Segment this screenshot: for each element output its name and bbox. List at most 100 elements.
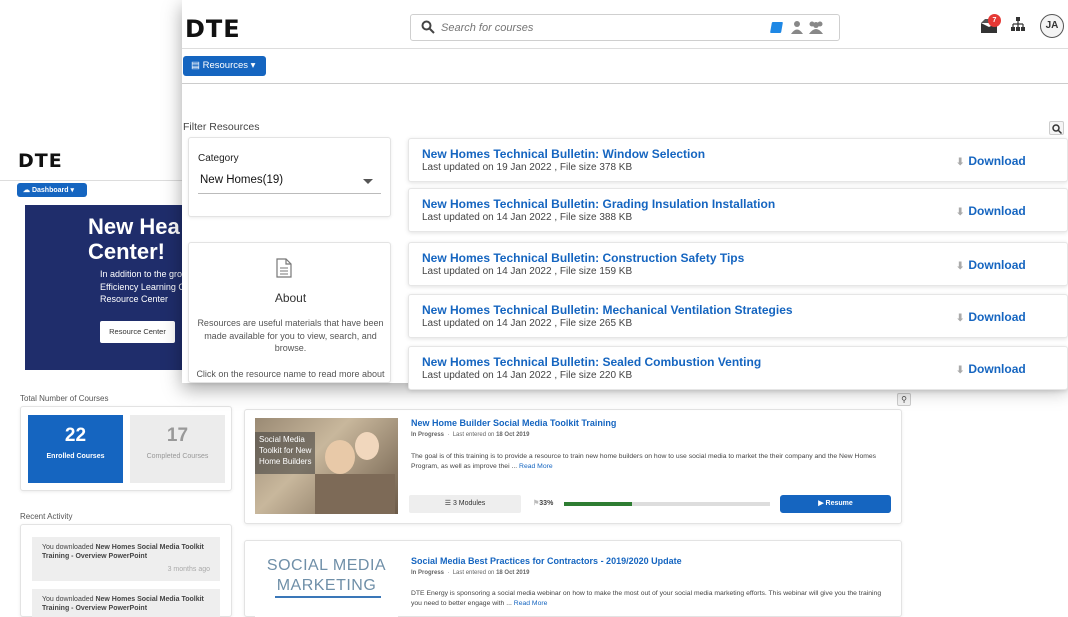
download-label: Download <box>968 310 1026 324</box>
dashboard-button[interactable]: ☁ Dashboard ▾ <box>17 183 87 197</box>
resource-center-button[interactable]: Resource Center <box>100 321 175 343</box>
entered-prefix: Last entered on <box>452 570 497 576</box>
download-label: Download <box>968 154 1026 168</box>
underline-stroke <box>275 596 381 598</box>
resource-title[interactable]: New Homes Technical Bulletin: Window Sel… <box>422 147 705 161</box>
completed-courses-tile[interactable]: 17 Completed Courses <box>130 415 225 483</box>
thumb-text: Social Media <box>259 435 305 444</box>
completed-label: Completed Courses <box>146 453 209 460</box>
search-icon <box>421 20 435 34</box>
recent-activity-heading: Recent Activity <box>20 512 73 521</box>
course-status: In Progress · Last entered on 18 Oct 201… <box>411 432 530 438</box>
about-card: About Resources are useful materials tha… <box>188 242 391 383</box>
resource-meta: Last updated on 19 Jan 2022 , File size … <box>422 162 633 173</box>
description-text: The goal is of this training is to provi… <box>411 453 877 470</box>
child-illustration <box>355 432 379 460</box>
dte-logo: DTE <box>185 15 241 43</box>
resources-button-label: Resources ▾ <box>202 60 256 71</box>
resources-button[interactable]: ▤ Resources ▾ <box>183 56 266 76</box>
hero-title-line2: Center! <box>88 239 166 264</box>
filter-resources-heading: Filter Resources <box>183 121 260 133</box>
notification-badge: 7 <box>988 14 1001 27</box>
user-icon[interactable] <box>791 20 803 34</box>
category-value: New Homes(19) <box>200 174 284 186</box>
status-label: In Progress <box>411 432 445 438</box>
enrolled-count: 22 <box>64 425 87 446</box>
course-description: The goal is of this training is to provi… <box>411 452 891 472</box>
download-icon: ⬇ <box>956 261 965 272</box>
org-chart-icon[interactable] <box>1011 17 1025 31</box>
course-thumbnail[interactable]: Social Media Toolkit for New Home Builde… <box>255 418 398 514</box>
thumb-text: Home Builders <box>259 457 312 466</box>
download-button[interactable]: ⬇ Download <box>956 258 1026 272</box>
entered-prefix: Last entered on <box>452 432 497 438</box>
total-courses-heading: Total Number of Courses <box>20 394 109 403</box>
course-thumbnail[interactable]: SOCIAL MEDIA MARKETING <box>255 548 398 617</box>
document-icon: ▤ <box>191 60 200 71</box>
resource-title[interactable]: New Homes Technical Bulletin: Sealed Com… <box>422 355 761 369</box>
person-illustration <box>325 440 355 474</box>
download-icon: ⬇ <box>956 157 965 168</box>
resume-button[interactable]: ▶ Resume <box>780 495 891 513</box>
hero-text-line3: Resource Center <box>100 294 169 304</box>
resource-row: New Homes Technical Bulletin: Window Sel… <box>408 138 1068 182</box>
enrolled-label: Enrolled Courses <box>46 453 105 460</box>
document-icon <box>276 258 292 278</box>
hero-text-line1: In addition to the grov <box>100 269 187 279</box>
download-label: Download <box>968 204 1026 218</box>
category-select[interactable]: New Homes(19) <box>198 168 381 194</box>
resource-meta: Last updated on 14 Jan 2022 , File size … <box>422 212 633 223</box>
hero-title-line1: New Hea <box>88 214 180 239</box>
progress-bar <box>564 502 770 506</box>
resources-screenshot: DTE 7 JA ▤ Resources ▾ Filter Resources … <box>182 0 1068 390</box>
download-button[interactable]: ⬇ Download <box>956 310 1026 324</box>
about-text-2: Click on the resource name to read more … <box>196 369 385 379</box>
about-heading: About <box>274 291 307 305</box>
status-label: In Progress <box>411 570 445 576</box>
users-icon[interactable] <box>808 20 824 34</box>
progress-value: 33% <box>539 500 554 507</box>
resource-title[interactable]: New Homes Technical Bulletin: Constructi… <box>422 251 744 265</box>
avatar[interactable]: JA <box>1040 14 1064 38</box>
resource-title[interactable]: New Homes Technical Bulletin: Mechanical… <box>422 303 793 317</box>
download-label: Download <box>968 258 1026 272</box>
resume-label: Resume <box>825 500 853 507</box>
download-label: Download <box>968 362 1026 376</box>
divider <box>182 83 1068 84</box>
progress-fill <box>564 502 632 506</box>
course-status: In Progress · Last entered on 18 Oct 201… <box>411 570 530 576</box>
activity-item: You downloaded New Homes Social Media To… <box>32 537 220 581</box>
activity-time: 3 months ago <box>167 566 210 573</box>
search-toggle-button[interactable] <box>1049 121 1064 135</box>
chevron-down-icon <box>363 179 373 184</box>
download-button[interactable]: ⬇ Download <box>956 154 1026 168</box>
resource-meta: Last updated on 14 Jan 2022 , File size … <box>422 266 633 277</box>
hero-text-line2: Efficiency Learning Ce <box>100 281 190 292</box>
course-title[interactable]: New Home Builder Social Media Toolkit Tr… <box>411 418 616 428</box>
read-more-link[interactable]: Read More <box>519 463 553 470</box>
enrolled-courses-tile[interactable]: 22 Enrolled Courses <box>28 415 123 483</box>
download-button[interactable]: ⬇ Download <box>956 362 1026 376</box>
about-text: Resources are useful materials that have… <box>197 318 384 353</box>
dashboard-icon: ☁ <box>23 187 30 194</box>
activity-prefix: You downloaded <box>42 544 96 551</box>
resource-title[interactable]: New Homes Technical Bulletin: Grading In… <box>422 197 775 211</box>
category-filter-card: Category New Homes(19) <box>188 137 391 217</box>
entered-date: 18 Oct 2019 <box>496 570 530 576</box>
activity-item: You downloaded New Homes Social Media To… <box>32 589 220 617</box>
course-title[interactable]: Social Media Best Practices for Contract… <box>411 556 682 566</box>
resource-meta: Last updated on 14 Jan 2022 , File size … <box>422 318 633 329</box>
search-input[interactable] <box>441 19 741 37</box>
read-more-link[interactable]: Read More <box>514 600 548 607</box>
book-icon[interactable] <box>770 22 783 33</box>
download-icon: ⬇ <box>956 365 965 376</box>
resource-row: New Homes Technical Bulletin: Grading In… <box>408 188 1068 232</box>
dte-logo: DTE <box>18 150 63 172</box>
modules-button[interactable]: ☰ 3 Modules <box>409 495 521 513</box>
thumb-text: MARKETING <box>276 577 377 594</box>
search-icon[interactable]: ⚲ <box>897 393 911 406</box>
course-description: DTE Energy is sponsoring a social media … <box>411 589 891 609</box>
download-button[interactable]: ⬇ Download <box>956 204 1026 218</box>
thumb-text: Toolkit for New <box>259 446 312 455</box>
resource-meta: Last updated on 14 Jan 2022 , File size … <box>422 370 633 381</box>
